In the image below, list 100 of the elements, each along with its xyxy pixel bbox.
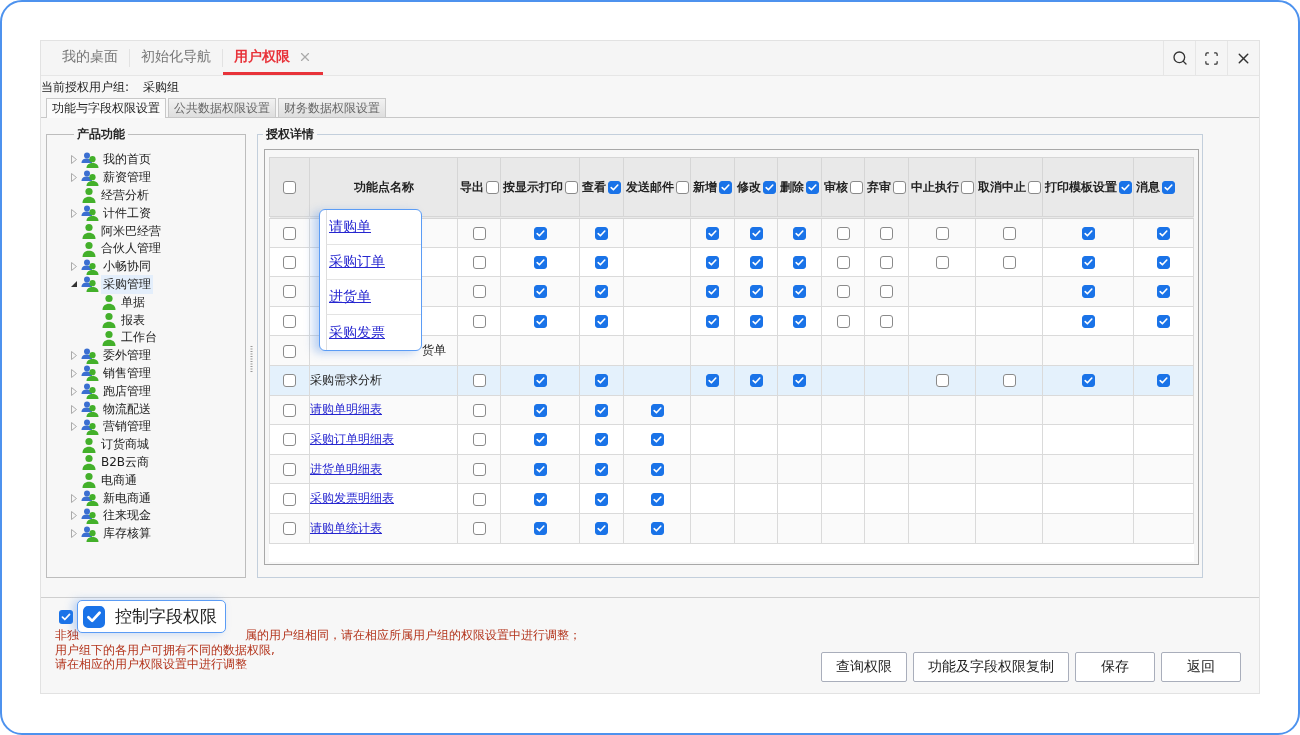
checkbox[interactable]: [283, 226, 296, 240]
checkbox[interactable]: [533, 522, 547, 536]
checkbox[interactable]: [880, 285, 893, 299]
tree-item[interactable]: 单据: [119, 292, 147, 312]
checkbox[interactable]: [595, 315, 608, 329]
checkbox[interactable]: [650, 403, 664, 417]
checkbox[interactable]: [1157, 226, 1170, 240]
tree-item[interactable]: 报表: [119, 310, 147, 330]
checkbox[interactable]: [1081, 315, 1095, 329]
checkbox[interactable]: [533, 492, 547, 506]
tree-item[interactable]: 销售管理: [101, 363, 153, 383]
tree-item[interactable]: 小畅协同: [101, 257, 153, 277]
checkbox[interactable]: [793, 285, 806, 299]
checkbox[interactable]: [472, 226, 486, 240]
checkbox[interactable]: [595, 374, 608, 388]
tree-item[interactable]: B2B云商: [99, 452, 152, 472]
checkbox[interactable]: [595, 522, 608, 536]
checkbox[interactable]: [472, 374, 486, 388]
checkbox[interactable]: [893, 180, 906, 194]
report-link[interactable]: 采购订单明细表: [310, 431, 394, 446]
checkbox[interactable]: [706, 285, 719, 299]
tree-item[interactable]: 订货商城: [99, 435, 151, 455]
checkbox[interactable]: [595, 255, 608, 269]
checkbox[interactable]: [793, 255, 806, 269]
checkbox[interactable]: [1002, 255, 1016, 269]
fullscreen-icon[interactable]: [1204, 50, 1219, 66]
checkbox[interactable]: [533, 255, 547, 269]
checkbox[interactable]: [595, 403, 608, 417]
tree-item[interactable]: 新电商通: [101, 488, 153, 508]
checkbox[interactable]: [749, 255, 763, 269]
checkbox[interactable]: [472, 255, 486, 269]
checkbox[interactable]: [283, 344, 296, 358]
checkbox[interactable]: [935, 255, 949, 269]
checkbox[interactable]: [283, 433, 296, 447]
checkbox[interactable]: [1081, 255, 1095, 269]
checkbox[interactable]: [650, 433, 664, 447]
checkbox[interactable]: [706, 255, 719, 269]
action-button[interactable]: 保存: [1075, 652, 1155, 682]
action-button[interactable]: 查询权限: [821, 652, 907, 682]
checkbox[interactable]: [706, 315, 719, 329]
checkbox[interactable]: [595, 492, 608, 506]
tree-item[interactable]: 往来现金: [101, 506, 153, 526]
checkbox[interactable]: [650, 463, 664, 477]
grip-icon[interactable]: [250, 345, 253, 372]
tab[interactable]: 公共数据权限设置: [168, 98, 276, 117]
checkbox[interactable]: [1157, 285, 1170, 299]
report-link[interactable]: 请购单统计表: [310, 520, 382, 535]
tab[interactable]: 功能与字段权限设置: [46, 98, 166, 118]
expander-icon[interactable]: [71, 281, 77, 288]
checkbox[interactable]: [706, 374, 719, 388]
checkbox[interactable]: [749, 374, 763, 388]
checkbox[interactable]: [1162, 180, 1175, 194]
tree-item[interactable]: 电商通: [99, 470, 139, 490]
table-row[interactable]: 采购订单明细表: [269, 424, 1194, 455]
checkbox[interactable]: [283, 181, 296, 194]
tab[interactable]: 我的桌面: [51, 41, 129, 75]
report-link[interactable]: 请购单明细表: [310, 402, 382, 417]
table-row[interactable]: 采购发票明细表: [269, 483, 1194, 514]
tree-item[interactable]: 我的首页: [101, 150, 153, 170]
checkbox[interactable]: [595, 433, 608, 447]
checkbox[interactable]: [472, 315, 486, 329]
checkbox[interactable]: [1028, 180, 1041, 194]
checkbox[interactable]: [1002, 374, 1016, 388]
checkbox[interactable]: [880, 226, 893, 240]
action-button[interactable]: 返回: [1161, 652, 1241, 682]
checkbox[interactable]: [283, 285, 296, 299]
menu-link[interactable]: 进货单: [329, 288, 371, 306]
checkbox[interactable]: [533, 433, 547, 447]
checkbox[interactable]: [533, 403, 547, 417]
checkbox-label[interactable]: 控制字段权限: [115, 605, 217, 628]
checkbox[interactable]: [472, 285, 486, 299]
checkbox[interactable]: [472, 522, 486, 536]
checkbox[interactable]: [836, 285, 850, 299]
checkbox[interactable]: [749, 285, 763, 299]
checkbox[interactable]: [59, 610, 73, 624]
checkbox[interactable]: [749, 226, 763, 240]
checkbox[interactable]: [533, 463, 547, 477]
tree-item[interactable]: 委外管理: [101, 346, 153, 366]
checkbox[interactable]: [650, 522, 664, 536]
checkbox[interactable]: [1157, 255, 1170, 269]
tree-item[interactable]: 物流配送: [101, 399, 153, 419]
checkbox[interactable]: [283, 522, 296, 536]
search-icon[interactable]: [1171, 50, 1188, 66]
tab[interactable]: 财务数据权限设置: [278, 98, 386, 117]
tree-item[interactable]: 经营分析: [99, 186, 151, 205]
checkbox[interactable]: [1119, 180, 1132, 194]
checkbox[interactable]: [880, 255, 893, 269]
checkbox[interactable]: [935, 374, 949, 388]
checkbox[interactable]: [472, 433, 486, 447]
menu-link[interactable]: 请购单: [329, 218, 371, 236]
checkbox[interactable]: [961, 180, 974, 194]
checkbox[interactable]: [533, 374, 547, 388]
checkbox[interactable]: [719, 180, 732, 194]
checkbox[interactable]: [472, 463, 486, 477]
checkbox[interactable]: [806, 180, 819, 194]
checkbox[interactable]: [1081, 285, 1095, 299]
table-row[interactable]: 进货单明细表: [269, 454, 1194, 484]
checkbox[interactable]: [595, 226, 608, 240]
checkbox[interactable]: [283, 255, 296, 269]
checkbox[interactable]: [472, 403, 486, 417]
